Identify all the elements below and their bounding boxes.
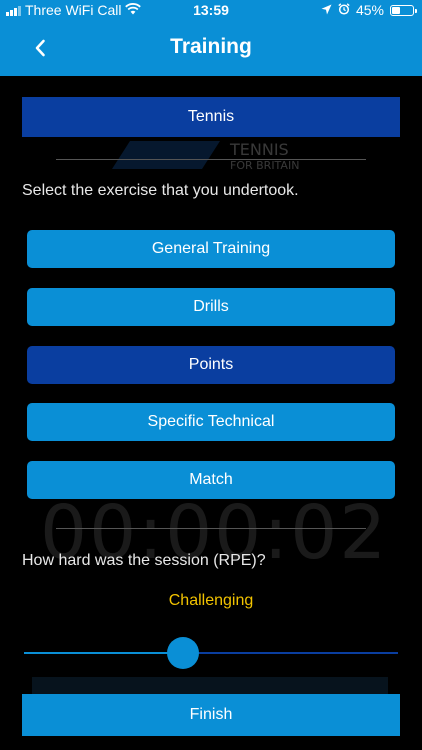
- watermark-line1: TENNIS: [229, 140, 289, 159]
- exercise-prompt: Select the exercise that you undertook.: [22, 182, 299, 199]
- rpe-prompt: How hard was the session (RPE)?: [22, 552, 266, 569]
- finish-button[interactable]: Finish: [22, 694, 400, 736]
- nav-bar: Training: [0, 20, 422, 76]
- exercise-option-points[interactable]: Points: [27, 346, 395, 384]
- status-right: 45%: [321, 2, 417, 18]
- lta-logo-watermark: TENNIS FOR BRITAIN: [100, 135, 360, 175]
- finish-label: Finish: [189, 706, 233, 723]
- sport-label: Tennis: [187, 108, 235, 125]
- exercise-option-label: Drills: [193, 298, 229, 315]
- exercise-option-label: General Training: [151, 240, 271, 257]
- sport-selector[interactable]: Tennis: [22, 97, 400, 137]
- exercise-option-general-training[interactable]: General Training: [27, 230, 395, 268]
- status-bar: Three WiFi Call 13:59 45%: [0, 0, 422, 20]
- rpe-slider[interactable]: [24, 636, 398, 670]
- rpe-value-label: Challenging: [168, 592, 254, 609]
- exercise-option-label: Points: [188, 356, 234, 373]
- exercise-option-match[interactable]: Match: [27, 461, 395, 499]
- slider-thumb[interactable]: [166, 637, 199, 669]
- exercise-option-drills[interactable]: Drills: [27, 288, 395, 326]
- divider: [56, 159, 366, 160]
- location-icon: [321, 2, 332, 18]
- watermark-line2: FOR BRITAIN: [230, 159, 299, 172]
- exercise-option-label: Match: [189, 471, 233, 488]
- battery-icon: [390, 4, 417, 16]
- alarm-icon: [338, 2, 350, 18]
- battery-percent: 45%: [355, 2, 384, 18]
- exercise-option-specific-technical[interactable]: Specific Technical: [27, 403, 395, 441]
- divider: [56, 528, 366, 529]
- page-title: Training: [170, 35, 252, 58]
- slider-filled-track: [24, 652, 183, 654]
- exercise-option-label: Specific Technical: [147, 413, 275, 430]
